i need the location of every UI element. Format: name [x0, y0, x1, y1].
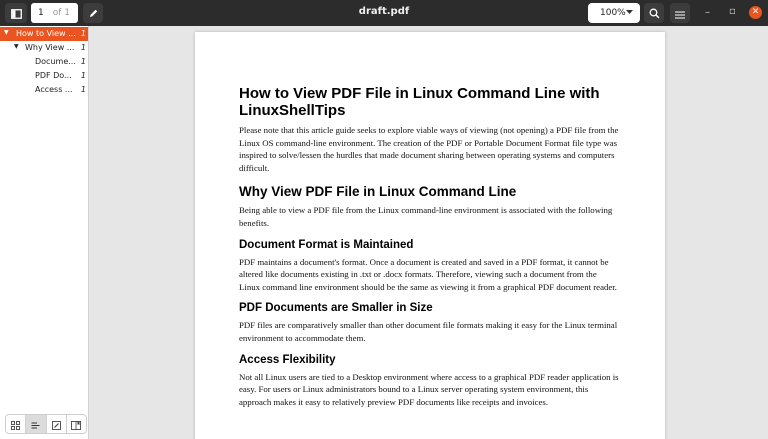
search-button[interactable] — [644, 3, 664, 23]
bookmarks-button[interactable] — [67, 415, 86, 433]
access-flexibility-paragraph: Not all Linux users are tied to a Deskto… — [239, 371, 619, 407]
outline-item-page: 1 — [80, 43, 86, 52]
chevron-down-icon[interactable]: ▼ — [14, 43, 19, 50]
caret-down-icon — [626, 8, 633, 18]
zoom-select[interactable]: 100% — [588, 3, 640, 23]
thumbnails-button[interactable] — [6, 415, 27, 434]
why-view-paragraph: Being able to view a PDF file from the L… — [239, 205, 613, 228]
annotations-icon — [51, 415, 61, 434]
outline-item-why-view[interactable]: ▼ Why View ... 1 — [0, 41, 88, 55]
annotations-button[interactable] — [47, 415, 67, 433]
outline-item-page: 1 — [80, 57, 86, 66]
intro-paragraph: Please note that this article guide seek… — [239, 125, 619, 173]
outline-item-label: Docume... — [35, 57, 76, 66]
section-heading-smaller-size: PDF Documents are Smaller in Size — [239, 302, 433, 315]
menu-button[interactable] — [670, 3, 690, 23]
close-icon[interactable]: ✕ — [749, 6, 762, 19]
section-heading-document-format: Document Format is Maintained — [239, 238, 414, 251]
grid-icon — [11, 415, 21, 434]
outline-item-page: 1 — [80, 71, 86, 80]
outline-sidebar: ▼ How to View ... 1 ▼ Why View ... 1 Doc… — [0, 26, 89, 439]
section-heading-access-flexibility: Access Flexibility — [239, 353, 336, 366]
page-current: 1 — [38, 8, 44, 18]
outline-item-access-flexibility[interactable]: Access ... 1 — [0, 83, 88, 97]
page-total: of 1 — [52, 8, 70, 18]
smaller-size-paragraph: PDF files are comparatively smaller than… — [239, 320, 618, 343]
page-content: How to View PDF File in Linux Command Li… — [239, 85, 619, 408]
document-viewer[interactable]: How to View PDF File in Linux Command Li… — [89, 26, 768, 439]
section-heading-why-view: Why View PDF File in Linux Command Line — [239, 184, 517, 200]
restore-icon[interactable]: ▫ — [729, 6, 736, 18]
sidebar-mode-switcher — [5, 414, 87, 434]
pencil-icon — [88, 4, 99, 23]
page-number-input[interactable]: 1 of 1 — [31, 3, 78, 23]
outline-item-label: Why View ... — [25, 43, 75, 52]
outline-item-document-format[interactable]: Docume... 1 — [0, 55, 88, 69]
sidebar-toggle-button[interactable] — [5, 3, 27, 23]
document-page: How to View PDF File in Linux Command Li… — [195, 32, 665, 439]
outline-item-how-to-view[interactable]: ▼ How to View ... 1 — [0, 27, 88, 41]
search-icon — [649, 4, 660, 23]
outline-button[interactable] — [26, 415, 47, 434]
sidebar-toggle-icon — [10, 4, 22, 23]
outline-icon — [31, 415, 40, 434]
zoom-level: 100% — [600, 8, 626, 18]
document-format-paragraph: PDF maintains a document's format. Once … — [239, 256, 617, 292]
minimize-icon[interactable]: – — [705, 7, 710, 19]
annotate-button[interactable] — [83, 3, 103, 23]
outline-item-label: How to View ... — [16, 29, 76, 38]
outline-item-label: PDF Do... — [35, 71, 72, 80]
outline-item-label: Access ... — [35, 85, 73, 94]
document-title: How to View PDF File in Linux Command Li… — [239, 85, 600, 119]
hamburger-icon — [675, 4, 685, 23]
header-bar: 1 of 1 draft.pdf 100% – ▫ ✕ — [0, 0, 768, 26]
outline-item-page: 1 — [80, 85, 86, 94]
outline-item-pdf-documents[interactable]: PDF Do... 1 — [0, 69, 88, 83]
chevron-down-icon[interactable]: ▼ — [4, 29, 9, 36]
bookmarks-icon — [71, 415, 82, 434]
outline-item-page: 1 — [80, 29, 86, 38]
